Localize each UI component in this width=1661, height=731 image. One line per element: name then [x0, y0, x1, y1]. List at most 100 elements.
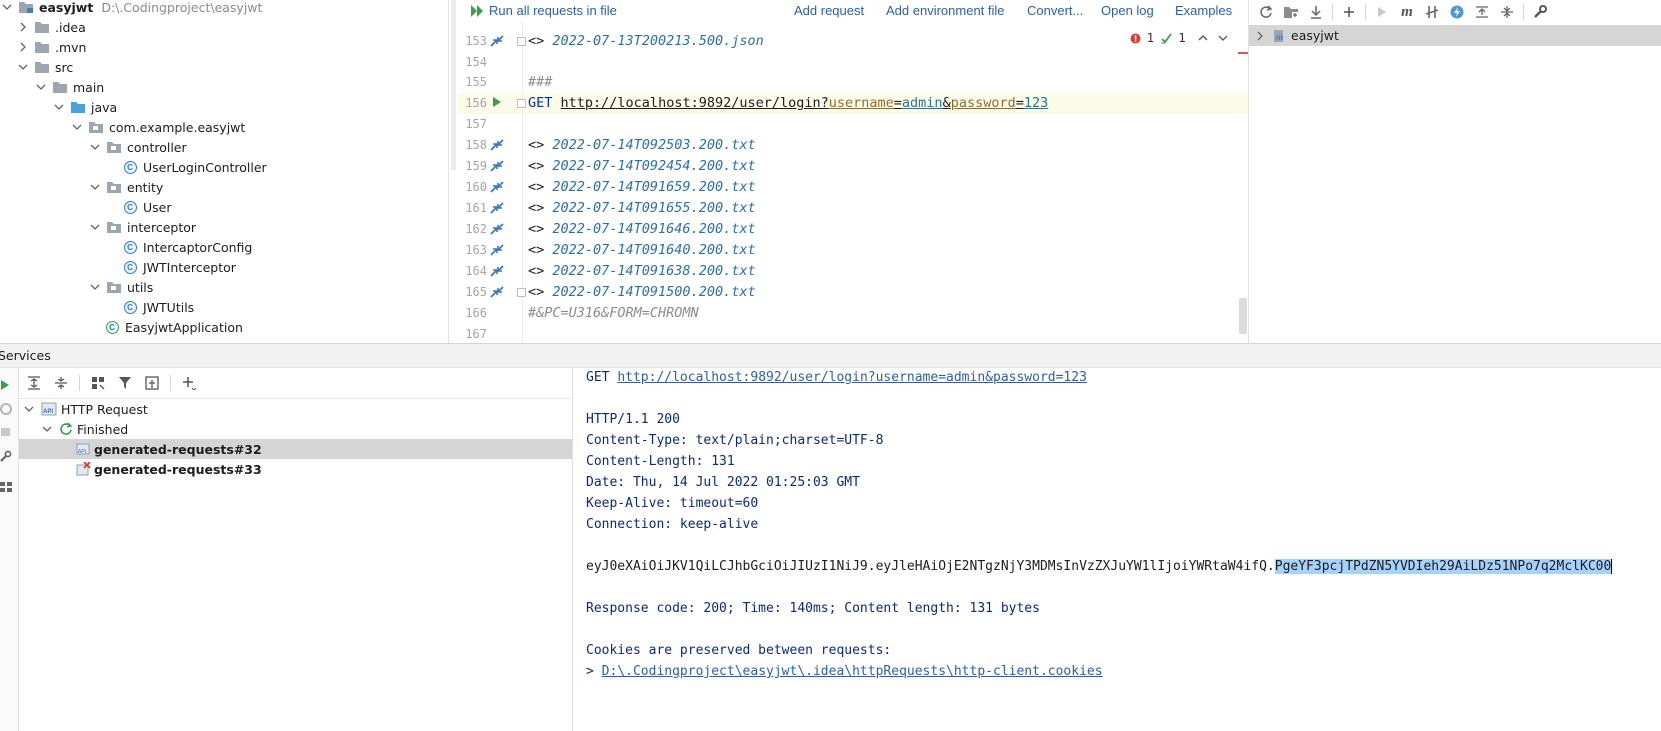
tree-item-controller[interactable]: controller — [88, 137, 187, 157]
service-request-item[interactable]: API generated-requests#32 — [19, 439, 572, 459]
response-file-ref[interactable]: 2022-07-14T091646.200.txt — [552, 221, 755, 237]
chevron-down-icon[interactable] — [52, 100, 66, 114]
tree-item-intercaptorconfig[interactable]: C IntercaptorConfig — [122, 237, 252, 257]
chevron-right-icon[interactable] — [1255, 31, 1265, 41]
chevron-down-icon[interactable] — [70, 120, 84, 134]
tree-item-jwtinterceptor[interactable]: C JWTInterceptor — [122, 257, 236, 277]
filter-icon[interactable] — [116, 374, 134, 392]
chevron-down-icon[interactable] — [88, 280, 102, 294]
request-url-link[interactable]: http://localhost:9892/user/login?usernam… — [617, 370, 1087, 385]
chevron-down-icon[interactable] — [0, 0, 14, 14]
compare-icon[interactable] — [489, 138, 505, 152]
examples-button[interactable]: Examples — [1175, 3, 1232, 18]
chevron-right-icon[interactable] — [16, 40, 30, 54]
code-line[interactable]: 164 <> 2022-07-14T091638.200.txt — [458, 261, 1248, 282]
chevron-down-icon[interactable] — [34, 80, 48, 94]
response-file-ref[interactable]: 2022-07-14T091659.200.txt — [552, 179, 755, 195]
response-file-ref[interactable]: 2022-07-14T092454.200.txt — [552, 158, 755, 174]
inspection-widget[interactable]: 1 1 — [1130, 31, 1228, 45]
service-request-item[interactable]: generated-requests#33 — [19, 459, 572, 479]
compare-icon[interactable] — [489, 264, 505, 278]
maven-project-item[interactable]: m easyjwt — [1249, 25, 1661, 46]
panel-divider[interactable] — [448, 0, 449, 343]
compare-icon[interactable] — [489, 180, 505, 194]
stop-icon[interactable] — [0, 425, 12, 439]
new-tab-icon[interactable] — [143, 374, 161, 392]
compare-icon[interactable] — [489, 201, 505, 215]
response-file-ref[interactable]: 2022-07-14T091655.200.txt — [552, 200, 755, 216]
code-line[interactable]: 162 <> 2022-07-14T091646.200.txt — [458, 219, 1248, 240]
service-finished-group[interactable]: Finished — [19, 419, 572, 439]
group-by-icon[interactable] — [89, 374, 107, 392]
response-file-ref[interactable]: 2022-07-14T092503.200.txt — [552, 137, 755, 153]
error-stripe-mark[interactable] — [1238, 52, 1248, 54]
code-line[interactable]: 166 #&PC=U316&FORM=CHROMN — [458, 303, 1248, 324]
run-request-icon[interactable] — [491, 96, 507, 110]
chevron-down-icon[interactable] — [88, 180, 102, 194]
code-line[interactable]: 159 <> 2022-07-14T092454.200.txt — [458, 156, 1248, 177]
skip-tests-icon[interactable] — [1448, 3, 1466, 21]
run-all-requests-button[interactable]: Run all requests in file — [489, 3, 617, 18]
response-file-ref[interactable]: 2022-07-14T091500.200.txt — [552, 284, 755, 300]
code-line[interactable]: 165 <> 2022-07-14T091500.200.txt — [458, 282, 1248, 303]
previous-highlight-icon[interactable] — [1198, 33, 1208, 43]
code-line[interactable]: 158 <> 2022-07-14T092503.200.txt — [458, 135, 1248, 156]
chevron-down-icon[interactable] — [88, 220, 102, 234]
open-log-button[interactable]: Open log — [1101, 3, 1154, 18]
maven-m-icon[interactable]: m — [1398, 3, 1416, 21]
tree-item-user[interactable]: C User — [122, 197, 172, 217]
chevron-right-icon[interactable] — [16, 20, 30, 34]
editor-scrollbar[interactable] — [1238, 22, 1248, 343]
convert-button[interactable]: Convert... — [1027, 3, 1083, 18]
collapse-all-icon[interactable] — [52, 374, 70, 392]
response-file-ref[interactable]: 2022-07-13T200213.500.json — [552, 33, 763, 49]
response-body[interactable]: eyJ0eXAiOiJKV1QiLCJhbGciOiJIUzI1NiJ9.eyJ… — [586, 559, 1613, 574]
download-icon[interactable] — [1307, 3, 1325, 21]
next-highlight-icon[interactable] — [1218, 33, 1228, 43]
service-http-request[interactable]: API HTTP Request — [19, 399, 572, 419]
tree-item-src[interactable]: src — [16, 57, 73, 77]
fold-marker-icon[interactable] — [517, 288, 526, 297]
request-url[interactable]: http://localhost:9892/user/login? — [561, 95, 829, 111]
code-line[interactable]: 163 <> 2022-07-14T091640.200.txt — [458, 240, 1248, 261]
run-icon[interactable] — [1373, 3, 1391, 21]
fold-marker-icon[interactable] — [517, 37, 526, 46]
code-line[interactable]: 157 — [458, 114, 1248, 135]
chevron-down-icon[interactable] — [16, 60, 30, 74]
tree-item-userlogincontroller[interactable]: C UserLoginController — [122, 157, 267, 177]
code-line[interactable]: 167 — [458, 324, 1248, 343]
tree-item-jwtutils[interactable]: C JWTUtils — [122, 297, 194, 317]
chevron-down-icon[interactable] — [88, 140, 102, 154]
layout-icon[interactable] — [0, 480, 12, 494]
debug-settings-icon[interactable] — [0, 402, 12, 416]
fold-marker-icon[interactable] — [517, 99, 526, 108]
tree-item-entity[interactable]: entity — [88, 177, 163, 197]
compare-icon[interactable] — [489, 159, 505, 173]
code-line[interactable]: 161 <> 2022-07-14T091655.200.txt — [458, 198, 1248, 219]
wrench-icon[interactable] — [1531, 3, 1549, 21]
add-request-button[interactable]: Add request — [794, 3, 864, 18]
add-folder-icon[interactable] — [1282, 3, 1300, 21]
add-environment-file-button[interactable]: Add environment file — [886, 3, 1005, 18]
add-service-icon[interactable] — [180, 374, 198, 392]
plus-icon[interactable] — [1340, 3, 1358, 21]
code-line[interactable]: 154 — [458, 52, 1248, 73]
tree-root[interactable]: easyjwt D:\.Codingproject\easyjwt — [0, 0, 262, 17]
tree-item-utils[interactable]: utils — [88, 277, 153, 297]
tree-item-mvn[interactable]: .mvn — [16, 37, 86, 57]
compare-icon[interactable] — [489, 222, 505, 236]
scrollbar-thumb[interactable] — [1239, 298, 1247, 334]
compare-icon[interactable] — [489, 285, 505, 299]
run-icon[interactable] — [0, 378, 12, 392]
chevron-down-icon[interactable] — [24, 404, 34, 414]
collapse-all-icon[interactable] — [1498, 3, 1516, 21]
response-file-ref[interactable]: 2022-07-14T091640.200.txt — [552, 242, 755, 258]
chevron-down-icon[interactable] — [42, 424, 52, 434]
compare-icon[interactable] — [489, 34, 505, 48]
tree-item-interceptor[interactable]: interceptor — [88, 217, 196, 237]
cookies-file-link[interactable]: D:\.Codingproject\easyjwt\.idea\httpRequ… — [602, 664, 1103, 679]
tree-item-main[interactable]: main — [34, 77, 104, 97]
run-all-icon[interactable] — [470, 4, 486, 18]
toggle-offline-icon[interactable] — [1423, 3, 1441, 21]
response-output[interactable]: GET http://localhost:9892/user/login?use… — [573, 368, 1661, 731]
